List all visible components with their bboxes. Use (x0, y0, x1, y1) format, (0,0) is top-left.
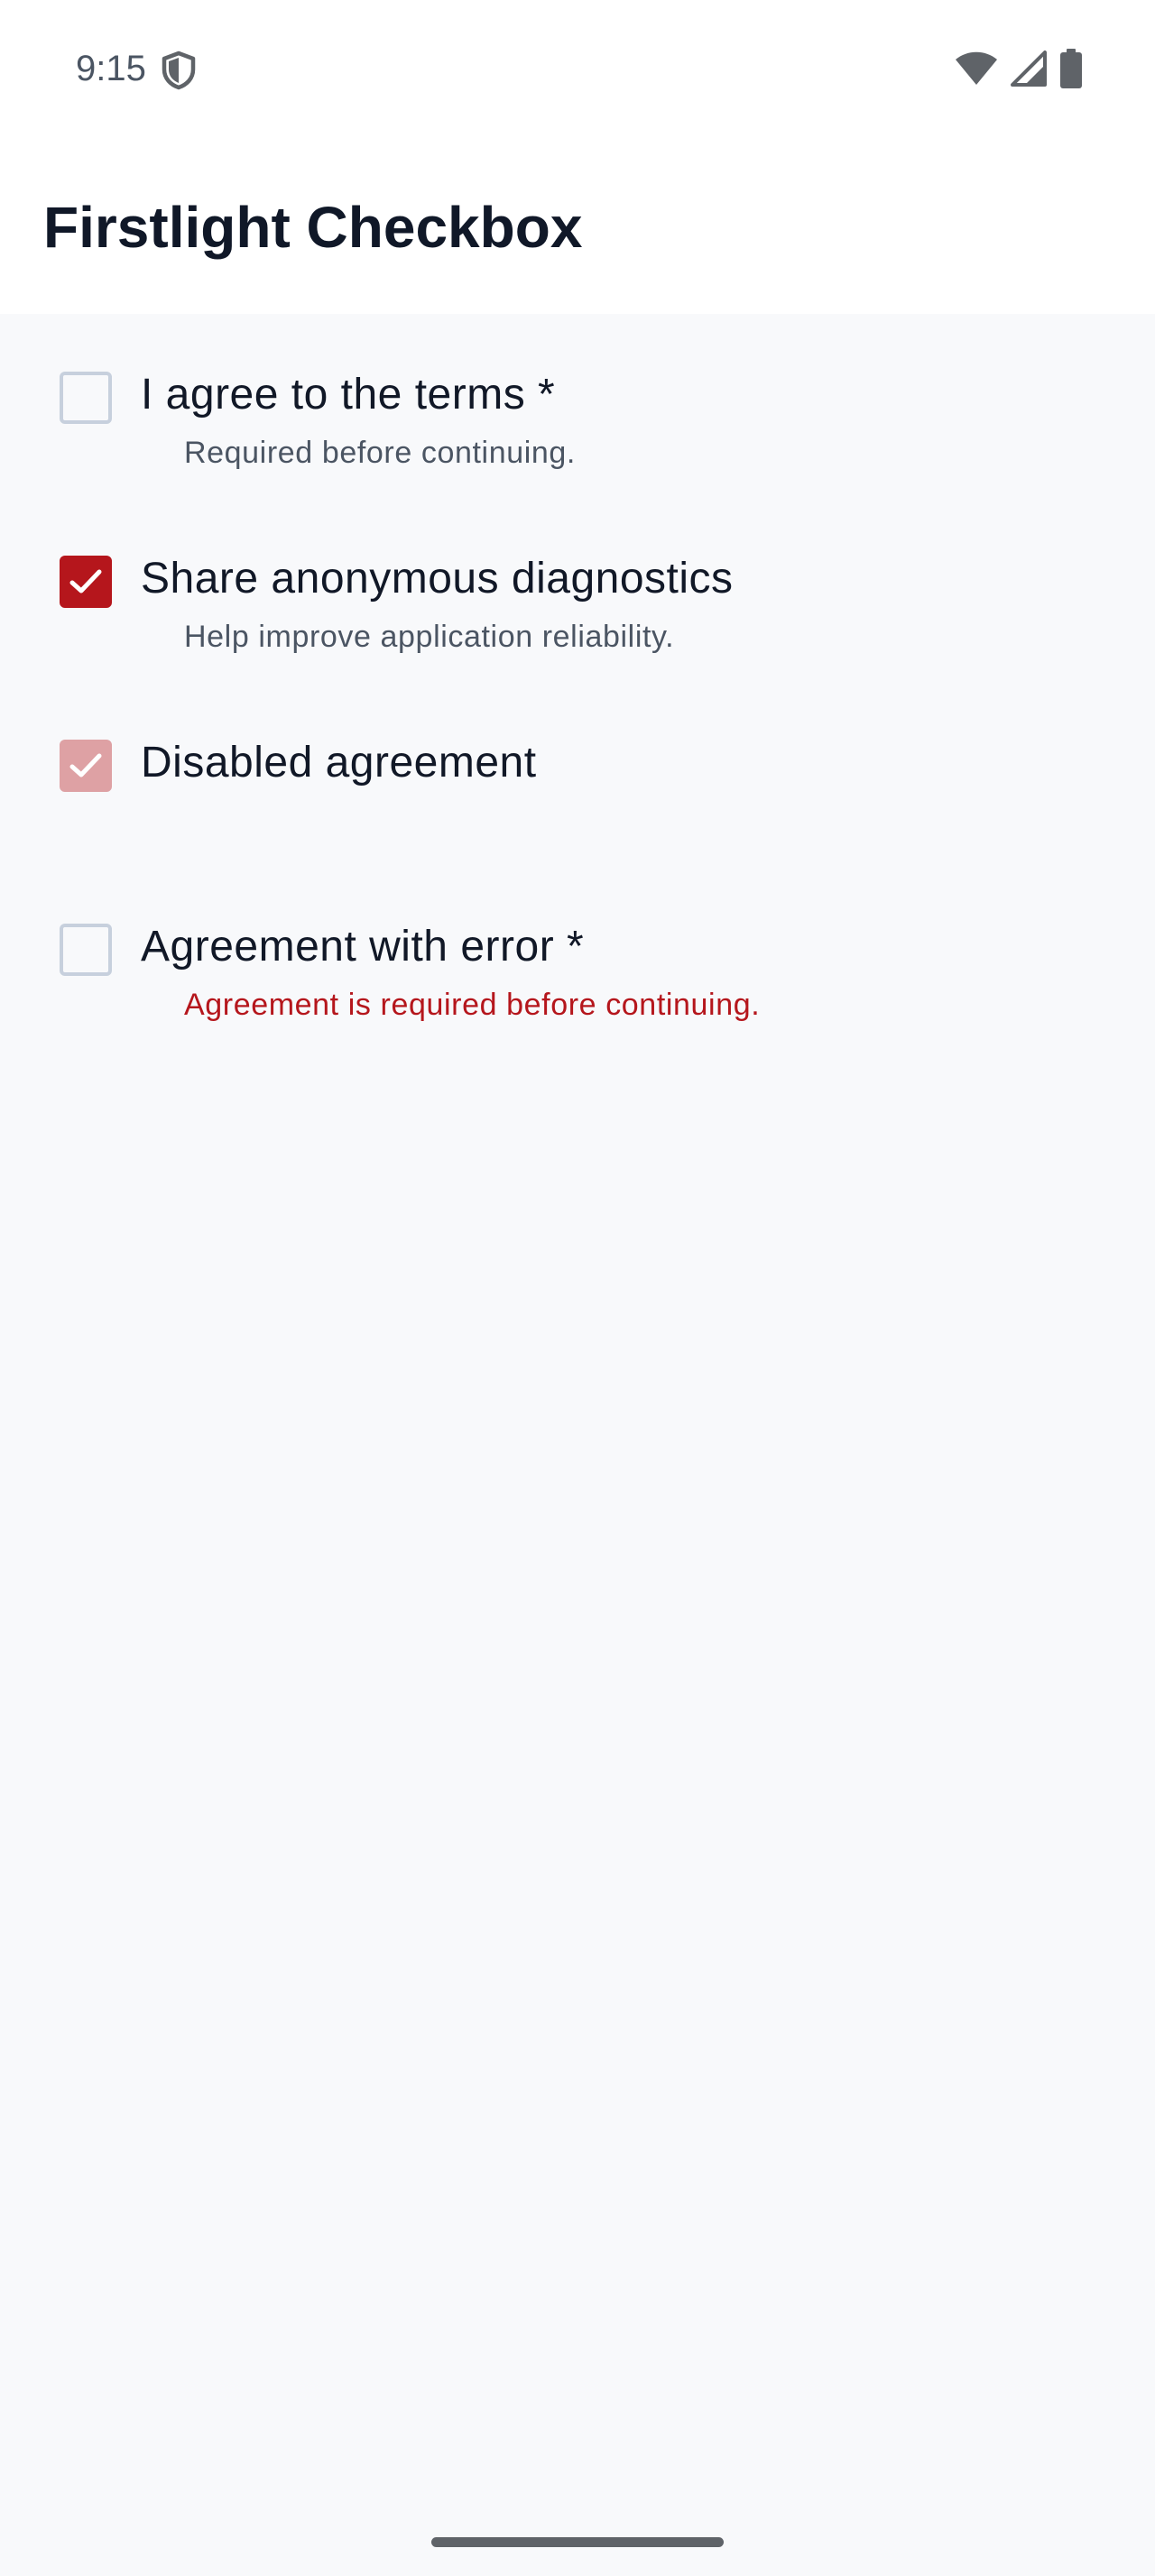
checkbox-error-message: Agreement is required before continuing. (184, 988, 761, 1022)
shield-icon (161, 51, 197, 90)
checkbox-error-box[interactable] (60, 924, 112, 976)
page-title: Firstlight Checkbox (43, 195, 583, 260)
checkbox-diagnostics-label[interactable]: Share anonymous diagnostics (141, 552, 734, 606)
checkbox-error-label[interactable]: Agreement with error * (141, 920, 584, 974)
status-time: 9:15 (76, 49, 146, 88)
battery-icon (1059, 48, 1083, 93)
app-bar: Firstlight Checkbox (0, 141, 1155, 314)
checkbox-diagnostics[interactable]: Share anonymous diagnostics Help improve… (60, 498, 1106, 654)
checkbox-error[interactable]: Agreement with error * Agreement is requ… (60, 866, 1106, 1022)
wifi-icon (955, 51, 998, 91)
checkmark-icon (69, 753, 102, 777)
checkbox-terms-label[interactable]: I agree to the terms * (141, 368, 555, 422)
status-bar: 9:15 (0, 0, 1155, 141)
checkbox-terms[interactable]: I agree to the terms * Required before c… (60, 314, 1106, 470)
checkmark-icon (69, 569, 102, 593)
status-icons (955, 48, 1083, 93)
checkbox-diagnostics-box[interactable] (60, 556, 112, 608)
checkbox-diagnostics-helper: Help improve application reliability. (184, 620, 675, 654)
checkbox-terms-box[interactable] (60, 372, 112, 424)
checkbox-terms-helper: Required before continuing. (184, 436, 576, 470)
home-indicator[interactable] (431, 2537, 724, 2547)
checkbox-disabled-label: Disabled agreement (141, 739, 537, 787)
checkbox-disabled: Disabled agreement (60, 682, 1106, 826)
checkbox-disabled-box (60, 740, 112, 792)
cellular-signal-icon (1011, 50, 1047, 91)
